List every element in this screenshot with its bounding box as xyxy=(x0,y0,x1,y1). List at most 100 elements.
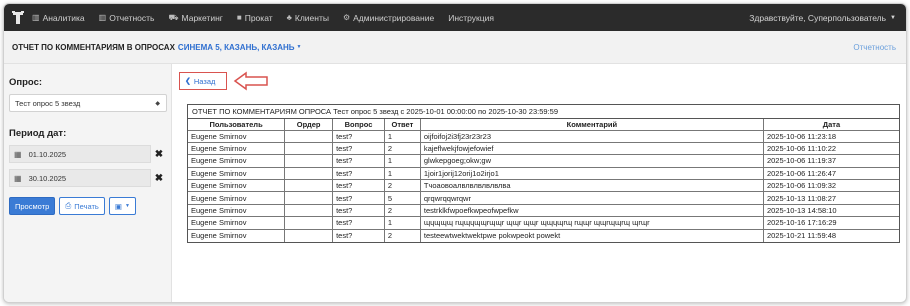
cell-date: 2025-10-06 11:10:22 xyxy=(762,141,899,156)
breadcrumb-reports-link[interactable]: Отчетность xyxy=(853,43,896,52)
nav-label: Администрирование xyxy=(353,12,435,23)
app-window: ▥ Аналитика ▥ Отчетность ⛟ Маркетинг ■ П… xyxy=(3,3,907,303)
save-icon: ▣ xyxy=(114,201,122,211)
cell-comment: 1joir1jorij12orij1o2irjo1 xyxy=(419,166,764,181)
table-row: Eugene Smirnov test? 1 ɰɥɰɰɰ rɰɰɥɰɰrɰɰr ɰɰr… xyxy=(188,216,899,230)
cell-date: 2025-10-06 11:23:18 xyxy=(762,129,899,143)
report-caption: ОТЧЕТ ПО КОММЕНТАРИЯМ ОПРОСА Тест опрос … xyxy=(188,105,899,119)
cell-date: 2025-10-16 17:16:29 xyxy=(762,216,899,230)
logo-icon[interactable] xyxy=(4,4,32,31)
table-row: Eugene Smirnov test? 1 glwkepgoeg;okw;gw 202… xyxy=(188,154,899,168)
nav-label: Аналитика xyxy=(42,12,85,23)
print-button-label: Печать xyxy=(74,201,99,211)
cell-answer: 1 xyxy=(383,154,421,168)
nav-label: Отчетность xyxy=(109,12,155,23)
date-from-value: 01.10.2025 xyxy=(28,149,67,159)
cell-date: 2025-10-06 11:26:47 xyxy=(762,166,899,181)
gears-icon: ⚙ xyxy=(342,13,351,22)
clear-date-to-icon[interactable]: ✖ xyxy=(151,173,167,184)
cell-question: test? xyxy=(332,203,385,218)
cell-question: test? xyxy=(332,179,385,193)
cell-user: Eugene Smirnov xyxy=(188,129,286,143)
date-to-row: ▦ 30.10.2025 ✖ xyxy=(9,169,167,187)
caret-down-icon: ▼ xyxy=(296,44,302,50)
nav-label: Прокат xyxy=(244,12,273,23)
cell-question: test? xyxy=(332,154,385,168)
user-menu[interactable]: Здравствуйте, Суперпользователь ▼ xyxy=(749,4,896,31)
table-row: Eugene Smirnov test? 1 oijfoifoj2i3fj23r23r… xyxy=(188,129,899,143)
cell-date: 2025-10-13 11:08:27 xyxy=(762,191,899,205)
survey-select-value: Тест опрос 5 звезд xyxy=(15,98,81,108)
column-header: Ответ xyxy=(383,119,421,131)
filter-sidebar: Опрос: Тест опрос 5 звезд ◆ Период дат: … xyxy=(4,64,172,302)
table-row: Eugene Smirnov test? 1 1joir1jorij12orij1o2… xyxy=(188,166,899,181)
nav-label: Клиенты xyxy=(294,12,329,23)
calendar-icon: ▦ xyxy=(14,173,22,183)
top-navbar: ▥ Аналитика ▥ Отчетность ⛟ Маркетинг ■ П… xyxy=(4,4,906,31)
action-buttons: Просмотр ⎙ Печать ▣ ▼ xyxy=(9,197,166,215)
nav-label: Инструкция xyxy=(448,12,494,23)
export-dropdown-button[interactable]: ▣ ▼ xyxy=(108,197,136,215)
nav-clients[interactable]: ♣ Клиенты xyxy=(287,13,329,23)
column-header: Пользователь xyxy=(188,119,286,131)
cell-answer: 1 xyxy=(383,129,421,143)
table-row: Eugene Smirnov test? 5 qrqwrqqwrqwr 2025-10-… xyxy=(188,191,899,205)
period-label: Период дат: xyxy=(9,128,67,139)
cell-question: test? xyxy=(332,141,385,156)
cell-user: Eugene Smirnov xyxy=(188,166,286,181)
cell-comment: qrqwrqqwrqwr xyxy=(419,191,764,205)
cell-order xyxy=(284,228,334,242)
cell-comment: testeewtwektwektpwe pokwpeokt powekt xyxy=(419,228,764,242)
cell-answer: 2 xyxy=(383,228,421,242)
cell-user: Eugene Smirnov xyxy=(188,154,286,168)
select-arrows-icon: ◆ xyxy=(155,100,160,107)
cart-icon: ⛟ xyxy=(168,12,179,22)
table-row: Eugene Smirnov test? 2 testrklkfwpoefkwpeof… xyxy=(188,203,899,218)
nav-reports[interactable]: ▥ Отчетность xyxy=(99,13,155,23)
nav-rental[interactable]: ■ Прокат xyxy=(237,13,273,23)
nav-administration[interactable]: ⚙ Администрирование xyxy=(343,13,434,23)
cell-user: Eugene Smirnov xyxy=(188,228,286,242)
cell-comment: ɰɥɰɰɰ rɰɰɥɰɰrɰɰr ɰɰr ɰɰr ɰɰɥɰrɰ rɰɰr ɰɰr… xyxy=(419,216,764,230)
caret-down-icon: ▼ xyxy=(890,14,896,21)
view-button[interactable]: Просмотр xyxy=(9,197,56,215)
nav-analytics[interactable]: ▥ Аналитика xyxy=(32,13,85,23)
cell-comment: oijfoifoj2i3fj23r23r23 xyxy=(419,129,764,143)
bar-chart-icon: ▥ xyxy=(98,13,107,22)
table-header-row: Пользователь Ордер Вопрос Ответ Коммента… xyxy=(188,119,899,131)
cinema-selector[interactable]: СИНЕМА 5, КАЗАНЬ, КАЗАНЬ xyxy=(178,43,295,52)
cell-date: 2025-10-13 14:58:10 xyxy=(762,203,899,218)
cell-order xyxy=(284,154,334,168)
date-to-value: 30.10.2025 xyxy=(28,173,67,183)
cell-question: test? xyxy=(332,216,385,230)
chevron-left-icon: ❮ xyxy=(185,78,191,85)
column-header: Вопрос xyxy=(332,119,385,131)
cell-question: test? xyxy=(332,228,385,242)
cell-answer: 2 xyxy=(383,203,421,218)
cell-user: Eugene Smirnov xyxy=(188,179,286,193)
clear-date-from-icon[interactable]: ✖ xyxy=(151,149,167,160)
page-title: ОТЧЕТ ПО КОММЕНТАРИЯМ В ОПРОСАХ xyxy=(12,42,175,52)
nav-marketing[interactable]: ⛟ Маркетинг xyxy=(168,13,222,23)
cell-date: 2025-10-21 11:59:48 xyxy=(762,228,899,242)
cell-user: Eugene Smirnov xyxy=(188,216,286,230)
cell-answer: 2 xyxy=(383,141,421,156)
page-header: ОТЧЕТ ПО КОММЕНТАРИЯМ В ОПРОСАХ СИНЕМА 5… xyxy=(4,31,906,64)
cell-order xyxy=(284,141,334,156)
print-button[interactable]: ⎙ Печать xyxy=(59,197,105,215)
date-to-input[interactable]: ▦ 30.10.2025 xyxy=(9,169,151,187)
nav-instructions[interactable]: Инструкция xyxy=(448,13,494,23)
back-button-label: Назад xyxy=(193,76,216,86)
cell-answer: 2 xyxy=(383,179,421,193)
back-button[interactable]: ❮ Назад xyxy=(179,72,227,90)
date-from-input[interactable]: ▦ 01.10.2025 xyxy=(9,145,151,163)
survey-select[interactable]: Тест опрос 5 звезд ◆ xyxy=(9,94,167,112)
table-row: Eugene Smirnov test? 2 Тчоаовоалвлвлвлвлвлв… xyxy=(188,179,899,193)
cell-comment: Тчоаовоалвлвлвлвлвлва xyxy=(419,179,764,193)
cell-order xyxy=(284,191,334,205)
cell-order xyxy=(284,216,334,230)
cell-date: 2025-10-06 11:09:32 xyxy=(762,179,899,193)
cell-user: Eugene Smirnov xyxy=(188,203,286,218)
cell-date: 2025-10-06 11:19:37 xyxy=(762,154,899,168)
cell-comment: glwkepgoeg;okw;gw xyxy=(419,154,764,168)
